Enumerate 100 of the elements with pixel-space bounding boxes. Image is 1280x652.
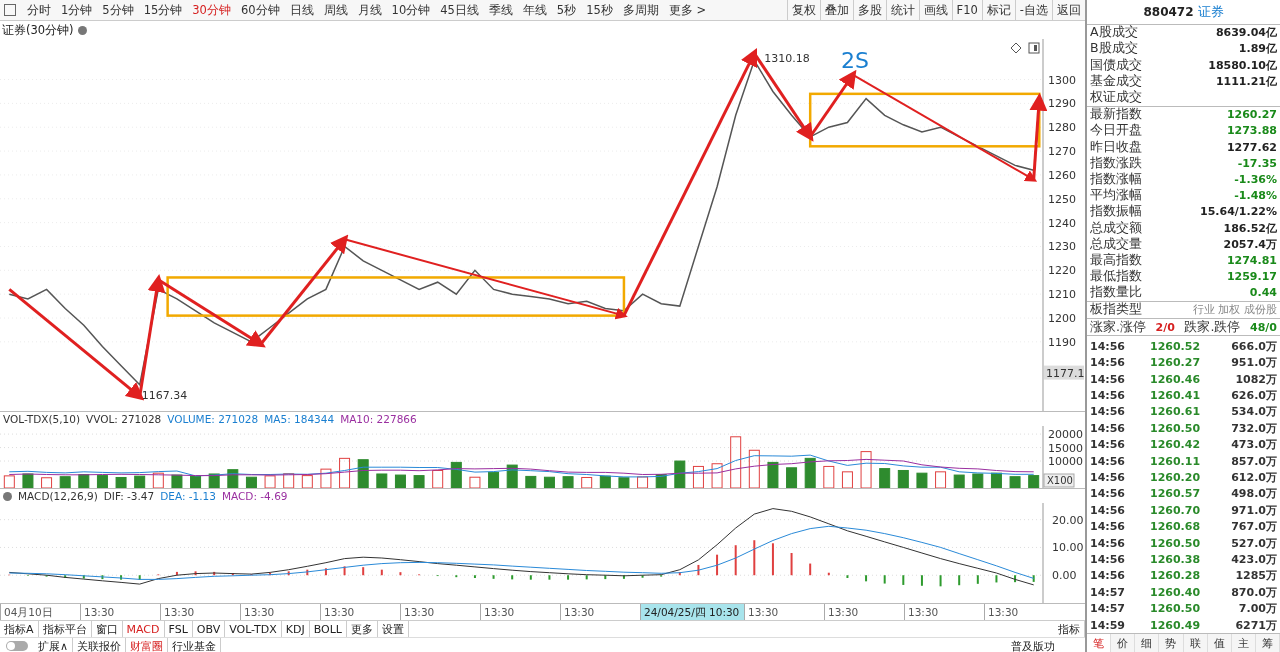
trade-volume: 971.0万 <box>1230 502 1277 518</box>
stat-value: 1260.27 <box>1226 108 1277 122</box>
legend-text: DEA: -1.13 <box>160 490 216 502</box>
index-name: 证券 <box>1197 2 1224 21</box>
trade-volume: 612.0万 <box>1230 470 1277 486</box>
axis-label: 1290 <box>1048 97 1076 111</box>
time-label: 13:30 <box>80 604 160 620</box>
time-label: 13:30 <box>984 604 1064 620</box>
stat-label: 昨日收盘 <box>1090 138 1142 156</box>
stat-label: 权证成交 <box>1090 89 1142 106</box>
axis-label: 1210 <box>1048 288 1076 302</box>
trade-volume: 473.0万 <box>1230 437 1277 453</box>
trade-time: 14:56 <box>1090 339 1126 353</box>
trade-volume: 666.0万 <box>1230 338 1277 354</box>
time-label: 13:30 <box>320 604 400 620</box>
stat-value: 2/0 <box>1155 320 1175 334</box>
trade-price: 1260.46 <box>1150 372 1202 386</box>
stat-label: 涨家.涨停 <box>1090 318 1146 336</box>
trade-price: 1260.11 <box>1150 454 1202 468</box>
trade-time: 14:56 <box>1090 471 1126 485</box>
trade-time: 14:56 <box>1090 372 1126 386</box>
trade-price: 1260.70 <box>1150 503 1202 517</box>
stat-label: 最高指数 <box>1090 251 1142 269</box>
time-label: 13:30 <box>240 604 320 620</box>
stat-label: 板指类型 <box>1090 301 1142 319</box>
trade-price: 1260.49 <box>1150 618 1202 632</box>
stat-value: -1.48% <box>1234 189 1277 203</box>
stat-value: 15.64/1.22% <box>1200 205 1277 219</box>
trade-price: 1260.42 <box>1150 438 1202 452</box>
stat-label: 总成交额 <box>1090 219 1142 237</box>
trade-time: 14:56 <box>1090 421 1126 435</box>
trade-volume: 951.0万 <box>1230 355 1277 371</box>
stat-label: 总成交量 <box>1090 235 1142 253</box>
legend-text: MA5: 184344 <box>264 413 335 425</box>
trade-price: 1260.41 <box>1150 389 1202 403</box>
annotation-label: 2S <box>841 47 869 73</box>
stat-value: 行业 加权 成份股 <box>1193 302 1277 318</box>
trade-price: 1260.28 <box>1150 569 1202 583</box>
axis-label: 0.00 <box>1052 569 1077 583</box>
trade-time: 14:56 <box>1090 487 1126 501</box>
trade-price: 1260.40 <box>1150 585 1202 599</box>
trade-price: 1260.27 <box>1150 356 1202 370</box>
trade-volume: 870.0万 <box>1230 584 1277 600</box>
time-label: 13:30 <box>480 604 560 620</box>
trade-time: 14:56 <box>1090 356 1126 370</box>
edition-text: 普及版功 <box>1011 638 1056 652</box>
trade-time: 14:56 <box>1090 553 1126 566</box>
stat-value: 18580.10亿 <box>1208 57 1277 73</box>
trade-time: 14:56 <box>1090 569 1126 583</box>
stat-value: 186.52亿 <box>1223 220 1277 236</box>
trade-time: 14:57 <box>1090 602 1126 616</box>
axis-label: 10000 <box>1048 455 1083 469</box>
stat-value: -1.36% <box>1234 172 1277 186</box>
trade-time: 14:56 <box>1090 405 1126 419</box>
time-label: 24/04/25/四 10:30 <box>640 604 744 620</box>
stat-label: 基金成交 <box>1090 72 1142 90</box>
time-label: 13:30 <box>744 604 824 620</box>
stat-value: 0.44 <box>1249 286 1277 300</box>
time-label: 13:30 <box>400 604 480 620</box>
axis-label: 1190 <box>1048 335 1076 349</box>
stat-label: 跌家.跌停 <box>1184 318 1241 336</box>
stat-label: A股成交 <box>1090 24 1138 41</box>
axis-label: 1300 <box>1048 73 1076 87</box>
stat-label: 最新指数 <box>1090 106 1142 123</box>
trade-price: 1260.50 <box>1150 421 1202 435</box>
index-code: 880472 <box>1143 4 1194 19</box>
axis-label: 10.00 <box>1052 541 1084 555</box>
axis-label: 1270 <box>1048 145 1076 159</box>
stat-label: 指数涨跌 <box>1090 154 1142 172</box>
stat-label: 平均涨幅 <box>1090 187 1142 204</box>
axis-label: 20.00 <box>1052 513 1084 527</box>
axis-label: 1200 <box>1048 312 1076 325</box>
high-price-label: 1310.18 <box>764 52 810 66</box>
trade-volume: 767.0万 <box>1230 519 1277 535</box>
axis-label: 15000 <box>1048 441 1083 455</box>
trade-time: 14:59 <box>1090 618 1126 632</box>
trade-volume: 732.0万 <box>1230 420 1277 436</box>
axis-label: 1250 <box>1048 192 1076 206</box>
trade-price: 1260.50 <box>1150 602 1202 616</box>
stat-label: 今日开盘 <box>1090 122 1142 140</box>
trade-price: 1260.20 <box>1150 471 1202 485</box>
trade-volume: 1082万 <box>1234 371 1277 387</box>
stat-value: 48/0 <box>1250 320 1277 334</box>
stat-label: 国债成交 <box>1090 56 1142 74</box>
legend-text: DIF: -3.47 <box>103 490 155 502</box>
trade-volume: 7.00万 <box>1237 601 1277 617</box>
stat-label: B股成交 <box>1090 40 1138 58</box>
trade-time: 14:56 <box>1090 536 1126 550</box>
axis-label: 1220 <box>1048 264 1076 278</box>
axis-label: 1260 <box>1048 168 1076 182</box>
trade-time: 14:56 <box>1090 389 1126 403</box>
stat-label: 最低指数 <box>1090 268 1142 285</box>
axis-label: 20000 <box>1048 428 1083 442</box>
trade-volume: 423.0万 <box>1230 552 1277 567</box>
trade-time: 14:56 <box>1090 454 1126 468</box>
stat-value: 8639.04亿 <box>1215 25 1277 41</box>
time-label: 04月10日 <box>0 604 80 620</box>
chart-title: 证券(30分钟) <box>2 22 74 38</box>
trade-time: 14:57 <box>1090 585 1126 599</box>
legend-text: VOLUME: 271028 <box>167 413 259 425</box>
